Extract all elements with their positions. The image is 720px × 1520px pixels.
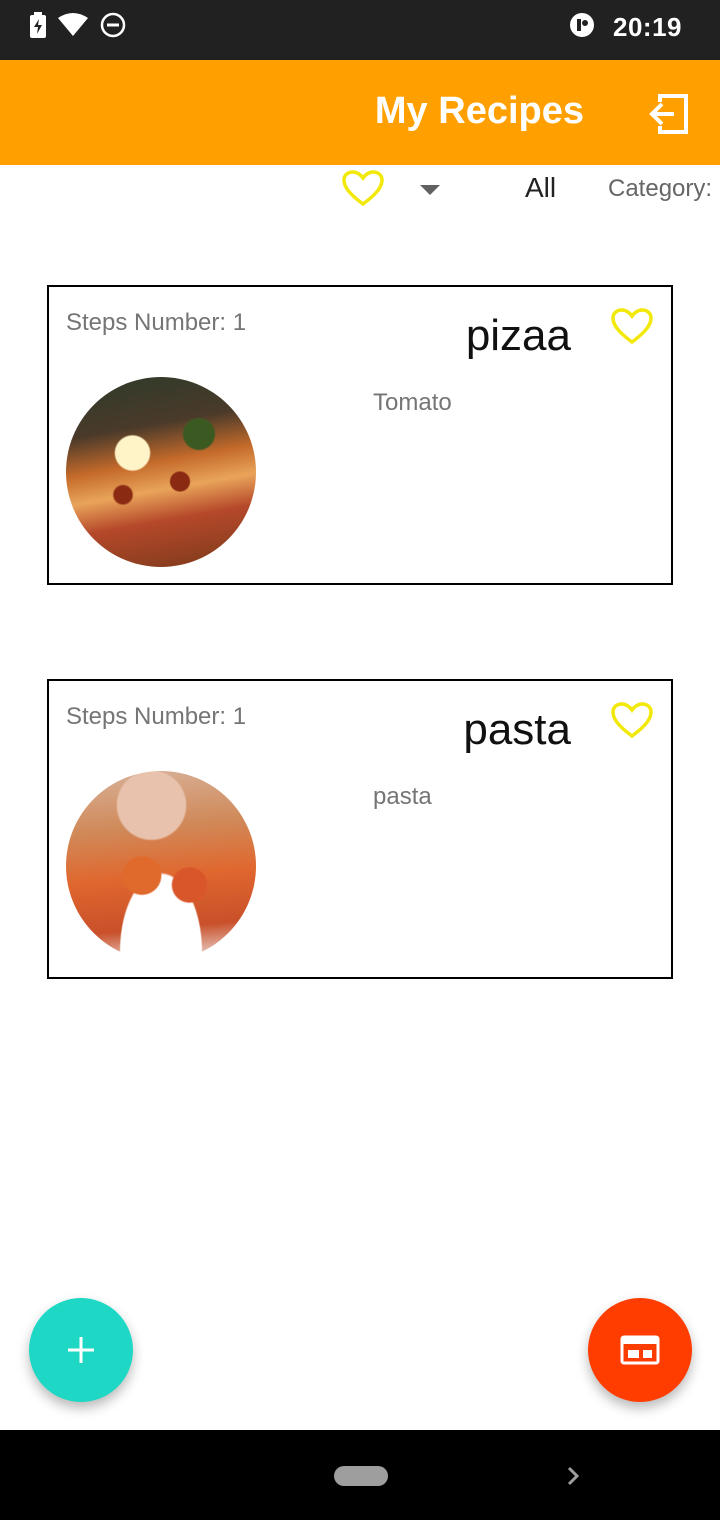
heart-outline-icon [611, 308, 653, 345]
home-pill[interactable] [334, 1466, 388, 1486]
favorite-button[interactable] [611, 701, 653, 741]
recipe-ingredient: pasta [373, 783, 432, 810]
logout-button[interactable] [646, 92, 690, 136]
recipe-name: pasta [463, 705, 571, 754]
category-dropdown-button[interactable] [419, 183, 441, 195]
plus-icon [68, 1337, 94, 1363]
app-bar: My Recipes [0, 60, 720, 165]
logout-icon [649, 94, 688, 134]
add-recipe-button[interactable] [29, 1298, 133, 1402]
heart-outline-icon [342, 170, 384, 207]
wifi-icon [58, 12, 88, 42]
favorite-button[interactable] [611, 307, 653, 347]
do-not-disturb-icon [100, 12, 126, 43]
status-icons-right: 20:19 [569, 12, 682, 42]
recipe-card[interactable]: Steps Number: 1 pizaa Tomato [47, 285, 673, 585]
category-selected[interactable]: All [525, 172, 556, 204]
category-label: Category: [608, 175, 713, 202]
app-notification-icon [569, 12, 595, 43]
back-chevron-icon[interactable] [566, 1466, 580, 1486]
status-time: 20:19 [613, 11, 682, 42]
recipe-ingredient: Tomato [373, 389, 452, 416]
battery-charging-icon [30, 11, 46, 43]
heart-outline-icon [611, 702, 653, 739]
steps-number: Steps Number: 1 [66, 309, 247, 336]
favorite-filter-button[interactable] [342, 170, 384, 208]
status-bar: 20:19 [0, 0, 720, 60]
view-mode-button[interactable] [588, 1298, 692, 1402]
recipe-name: pizaa [465, 311, 571, 360]
system-nav-bar [0, 1430, 720, 1520]
recipe-card[interactable]: Steps Number: 1 pasta pasta [47, 679, 673, 979]
view-card-icon [620, 1335, 660, 1365]
steps-number: Steps Number: 1 [66, 703, 247, 730]
pasta-photo [66, 771, 256, 961]
page-title: My Recipes [374, 90, 584, 132]
arrow-drop-down-icon [420, 185, 440, 195]
status-icons-left [30, 11, 126, 43]
pizza-photo [66, 377, 256, 567]
